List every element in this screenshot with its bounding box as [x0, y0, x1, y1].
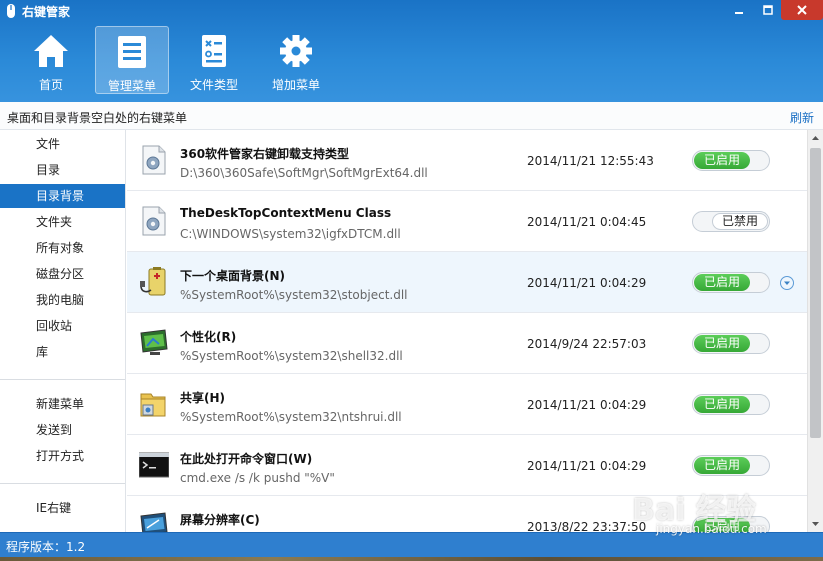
refresh-link[interactable]: 刷新 [790, 109, 814, 126]
sidebar-item-directory-background[interactable]: 目录背景 [0, 184, 125, 208]
sidebar-item-recycle-bin[interactable]: 回收站 [0, 314, 125, 338]
maximize-icon [763, 5, 773, 15]
sidebar-divider [0, 379, 125, 380]
item-date: 2014/11/21 0:04:45 [527, 215, 647, 229]
toggle-status: 已启用 [694, 152, 750, 169]
sidebar-item-new-menu[interactable]: 新建菜单 [0, 392, 125, 416]
minimize-icon [735, 12, 743, 14]
screen-resolution-icon [140, 512, 168, 532]
sidebar-divider [0, 483, 125, 484]
enable-toggle[interactable]: 已启用 [692, 333, 770, 354]
toggle-status: 已启用 [694, 457, 750, 474]
enable-toggle[interactable]: 已启用 [692, 394, 770, 415]
sidebar-item-send-to[interactable]: 发送到 [0, 418, 125, 442]
item-date: 2014/11/21 0:04:29 [527, 398, 647, 412]
nav-label: 增加菜单 [271, 78, 320, 92]
item-path: %SystemRoot%\system32\shell32.dll [180, 349, 403, 363]
maximize-button[interactable] [752, 0, 784, 20]
list-item[interactable]: 个性化(R) %SystemRoot%\system32\shell32.dll… [127, 313, 807, 374]
sidebar-item-ie-context[interactable]: IE右键 [0, 496, 125, 520]
enable-toggle[interactable]: 已启用 [692, 455, 770, 476]
sidebar-item-my-computer[interactable]: 我的电脑 [0, 288, 125, 312]
item-path: %SystemRoot%\system32\stobject.dll [180, 288, 408, 302]
close-icon [797, 5, 807, 15]
expand-button[interactable] [780, 276, 794, 290]
item-path: cmd.exe /s /k pushd "%V" [180, 471, 335, 485]
nav-home[interactable]: 首页 [14, 26, 88, 94]
list-scrollbar[interactable] [807, 130, 823, 532]
nav-manage-menu[interactable]: 管理菜单 [95, 26, 169, 94]
item-date: 2014/11/21 0:04:29 [527, 459, 647, 473]
toggle-status: 已启用 [694, 335, 750, 352]
item-date: 2014/11/21 12:55:43 [527, 154, 654, 168]
enable-toggle[interactable]: 已启用 [692, 272, 770, 293]
enable-toggle[interactable]: 已启用 [692, 150, 770, 171]
file-type-icon [202, 35, 226, 67]
sidebar-item-open-with[interactable]: 打开方式 [0, 444, 125, 468]
section-description: 桌面和目录背景空白处的右键菜单 [7, 111, 188, 125]
enable-toggle[interactable]: 已禁用 [692, 211, 770, 232]
close-button[interactable] [781, 0, 823, 20]
item-name: 360软件管家右键卸载支持类型 [180, 147, 350, 161]
item-date: 2013/8/22 23:37:50 [527, 520, 647, 532]
item-name: 个性化(R) [180, 330, 237, 344]
sidebar-item-library[interactable]: 库 [0, 340, 125, 364]
desktop-edge [0, 557, 823, 561]
minimize-button[interactable] [723, 0, 755, 20]
toggle-status: 已禁用 [712, 213, 768, 230]
sidebar: 文件 目录 目录背景 文件夹 所有对象 磁盘分区 我的电脑 回收站 库 新建菜单… [0, 130, 126, 532]
item-name: 在此处打开命令窗口(W) [180, 452, 313, 466]
info-bar: 桌面和目录背景空白处的右键菜单 刷新 [0, 102, 823, 130]
battery-plug-icon [140, 267, 166, 296]
home-icon [34, 35, 68, 67]
arrow-up-icon [812, 136, 819, 140]
nav-label: 文件类型 [189, 78, 238, 92]
sidebar-item-disk-partition[interactable]: 磁盘分区 [0, 262, 125, 286]
gear-icon [280, 35, 312, 67]
nav-add-menu[interactable]: 增加菜单 [259, 26, 333, 94]
scroll-up-button[interactable] [808, 130, 823, 146]
list-item[interactable]: 下一个桌面背景(N) %SystemRoot%\system32\stobjec… [127, 252, 807, 313]
shared-folder-icon [140, 393, 166, 417]
toggle-status: 已启用 [694, 274, 750, 291]
item-name: 共享(H) [180, 391, 226, 405]
context-menu-list: 360软件管家右键卸载支持类型 D:\360\360Safe\SoftMgr\S… [127, 130, 807, 532]
title-bar[interactable]: 右键管家 [0, 0, 823, 22]
item-date: 2014/9/24 22:57:03 [527, 337, 647, 351]
item-name: 屏幕分辨率(C) [180, 513, 260, 527]
sidebar-item-file[interactable]: 文件 [0, 132, 125, 156]
dll-gear-icon [142, 145, 166, 175]
console-icon [139, 452, 169, 478]
monitor-icon [140, 329, 168, 355]
item-name: 下一个桌面背景(N) [180, 269, 286, 283]
dll-gear-icon [142, 206, 166, 236]
nav-file-type[interactable]: 文件类型 [177, 26, 251, 94]
list-item[interactable]: TheDeskTopContextMenu Class C:\WINDOWS\s… [127, 191, 807, 252]
scroll-thumb[interactable] [810, 148, 821, 438]
chevron-down-icon [784, 281, 790, 285]
list-item[interactable]: 360软件管家右键卸载支持类型 D:\360\360Safe\SoftMgr\S… [127, 130, 807, 191]
nav-label: 首页 [38, 78, 63, 92]
list-item[interactable]: 共享(H) %SystemRoot%\system32\ntshrui.dll … [127, 374, 807, 435]
app-header: 右键管家 首页 管理菜单 文件类型 增加菜单 [0, 0, 823, 102]
item-path: %SystemRoot%\system32\ntshrui.dll [180, 410, 402, 424]
item-path: D:\360\360Safe\SoftMgr\SoftMgrExt64.dll [180, 166, 428, 180]
nav-label: 管理菜单 [107, 79, 156, 93]
menu-list-icon [118, 36, 146, 68]
sidebar-item-directory[interactable]: 目录 [0, 158, 125, 182]
watermark-site: jingyan.baidu.com [656, 522, 767, 536]
mouse-icon [7, 4, 15, 18]
item-path: C:\WINDOWS\system32\igfxDTCM.dll [180, 227, 401, 241]
app-title: 右键管家 [22, 5, 71, 19]
watermark: Bai 经验 jingyan.baidu.com [632, 485, 812, 541]
sidebar-item-folder[interactable]: 文件夹 [0, 210, 125, 234]
version-text: 程序版本：1.2 [6, 540, 86, 554]
item-name: TheDeskTopContextMenu Class [180, 206, 392, 220]
item-date: 2014/11/21 0:04:29 [527, 276, 647, 290]
sidebar-item-all-objects[interactable]: 所有对象 [0, 236, 125, 260]
toggle-status: 已启用 [694, 396, 750, 413]
